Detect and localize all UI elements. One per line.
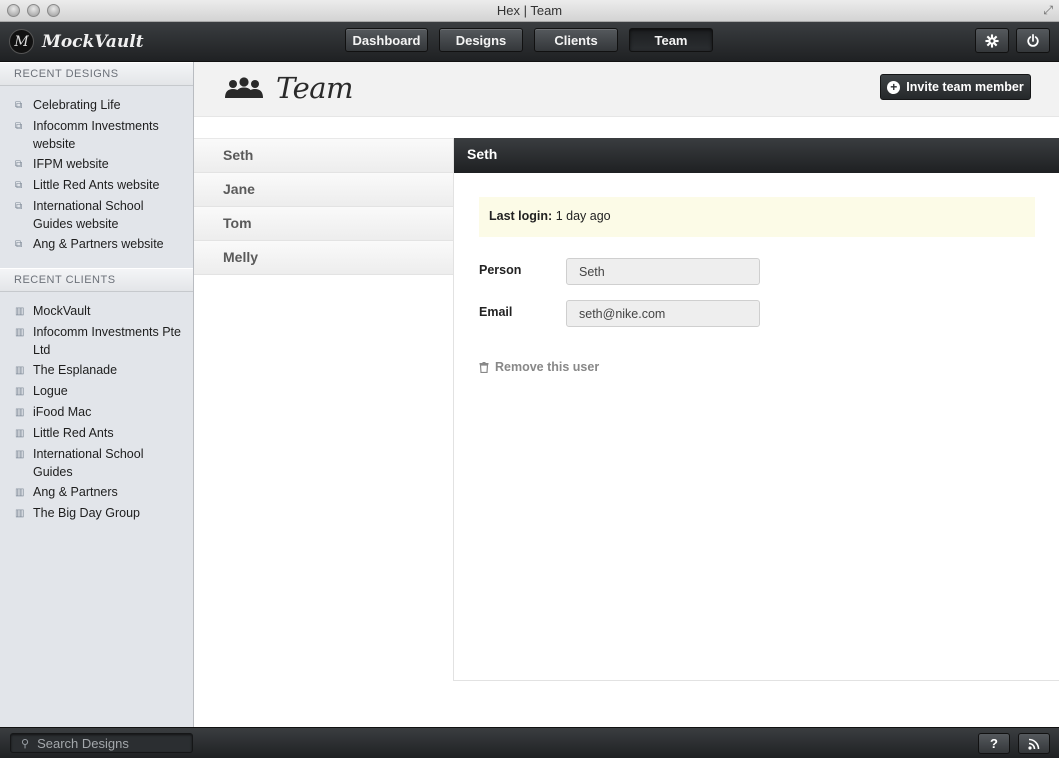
page-title-wrap: Team: [224, 71, 354, 105]
nav-dashboard-button[interactable]: Dashboard: [345, 28, 428, 52]
recent-designs-header: RECENT DESIGNS: [0, 62, 193, 86]
design-icon: ⧉: [15, 201, 23, 212]
search-designs-input[interactable]: [37, 735, 178, 751]
help-button[interactable]: ?: [978, 733, 1010, 754]
nav-team-button[interactable]: Team: [629, 28, 713, 52]
nav-designs-button[interactable]: Designs: [439, 28, 523, 52]
sidebar: RECENT DESIGNS ⧉ Celebrating Life ⧉ Infoco…: [0, 62, 194, 727]
design-icon: ⧉: [15, 100, 23, 111]
recent-clients-header: RECENT CLIENTS: [0, 268, 193, 292]
trash-icon: [479, 361, 489, 373]
recent-client-item[interactable]: ▥ The Esplanade: [0, 360, 193, 381]
app-logo[interactable]: M MockVault: [9, 29, 144, 54]
email-label: Email: [479, 305, 513, 319]
building-icon: ▥: [15, 407, 25, 418]
search-icon: ⚲: [21, 737, 30, 750]
member-detail-title: Seth: [454, 138, 1059, 173]
last-login-value: 1 day ago: [555, 209, 611, 223]
team-member-item[interactable]: Seth: [194, 139, 453, 173]
remove-user-button[interactable]: Remove this user: [479, 360, 599, 374]
building-icon: ▥: [15, 487, 25, 498]
power-button[interactable]: [1016, 28, 1050, 53]
last-login-notice: Last login: 1 day ago: [479, 197, 1035, 237]
email-field[interactable]: [566, 300, 760, 327]
person-label: Person: [479, 263, 522, 277]
design-icon: ⧉: [15, 121, 23, 132]
logo-badge-icon: M: [9, 29, 34, 54]
fullscreen-icon[interactable]: ⤢: [1043, 3, 1053, 18]
recent-client-item[interactable]: ▥ Little Red Ants: [0, 423, 193, 444]
recent-design-item[interactable]: ⧉ Celebrating Life: [0, 95, 193, 116]
plus-circle-icon: +: [887, 80, 901, 94]
recent-design-item[interactable]: ⧉ Ang & Partners website: [0, 234, 193, 255]
recent-client-item[interactable]: ▥ International School Guides: [0, 444, 193, 482]
design-icon: ⧉: [15, 239, 23, 250]
settings-button[interactable]: [975, 28, 1009, 53]
design-icon: ⧉: [15, 159, 23, 170]
recent-client-item[interactable]: ▥ The Big Day Group: [0, 503, 193, 524]
member-detail-panel: Seth Last login: 1 day ago Person Email …: [453, 138, 1059, 681]
top-toolbar: M MockVault Dashboard Designs Clients Te…: [0, 22, 1059, 62]
recent-designs-list: ⧉ Celebrating Life ⧉ Infocomm Investments …: [0, 86, 193, 268]
building-icon: ▥: [15, 327, 25, 338]
building-icon: ▥: [15, 306, 25, 317]
search-box[interactable]: ⚲: [10, 733, 193, 753]
recent-clients-list: ▥ MockVault ▥ Infocomm Investments Pte Ltd…: [0, 292, 193, 532]
window-title: Hex | Team: [496, 3, 563, 18]
invite-team-member-button[interactable]: + Invite team member: [880, 74, 1031, 100]
power-icon: [1027, 33, 1039, 47]
recent-client-item[interactable]: ▥ MockVault: [0, 301, 193, 322]
design-icon: ⧉: [15, 180, 23, 191]
invite-button-label: Invite team member: [906, 80, 1024, 94]
recent-client-item[interactable]: ▥ iFood Mac: [0, 402, 193, 423]
window-titlebar: Hex | Team ⤢: [0, 0, 1059, 22]
main-nav: Dashboard Designs Clients Team: [345, 28, 713, 52]
building-icon: ▥: [15, 365, 25, 376]
building-icon: ▥: [15, 449, 25, 460]
team-member-list: Seth Jane Tom Melly: [194, 138, 453, 275]
recent-design-item[interactable]: ⧉ Little Red Ants website: [0, 175, 193, 196]
remove-user-label: Remove this user: [495, 360, 600, 374]
rss-button[interactable]: [1018, 733, 1050, 754]
rss-icon: [1028, 738, 1040, 750]
recent-design-item[interactable]: ⧉ IFPM website: [0, 154, 193, 175]
recent-client-item[interactable]: ▥ Infocomm Investments Pte Ltd: [0, 322, 193, 360]
page-title: Team: [276, 71, 354, 105]
gear-icon: [985, 33, 999, 48]
last-login-label: Last login:: [489, 209, 553, 223]
page-header: Team + Invite team member: [194, 62, 1059, 117]
building-icon: ▥: [15, 386, 25, 397]
recent-client-item[interactable]: ▥ Logue: [0, 381, 193, 402]
building-icon: ▥: [15, 428, 25, 439]
recent-design-item[interactable]: ⧉ International School Guides website: [0, 196, 193, 234]
bottom-bar: ⚲ ?: [0, 727, 1059, 758]
main-content: Team + Invite team member Seth Jane Tom …: [194, 62, 1059, 727]
team-member-item[interactable]: Tom: [194, 207, 453, 241]
team-member-item[interactable]: Jane: [194, 173, 453, 207]
app-name: MockVault: [42, 31, 144, 52]
recent-client-item[interactable]: ▥ Ang & Partners: [0, 482, 193, 503]
person-field[interactable]: [566, 258, 760, 285]
building-icon: ▥: [15, 508, 25, 519]
nav-clients-button[interactable]: Clients: [534, 28, 618, 52]
team-icon: [225, 77, 263, 98]
team-member-item[interactable]: Melly: [194, 241, 453, 275]
recent-design-item[interactable]: ⧉ Infocomm Investments website: [0, 116, 193, 154]
